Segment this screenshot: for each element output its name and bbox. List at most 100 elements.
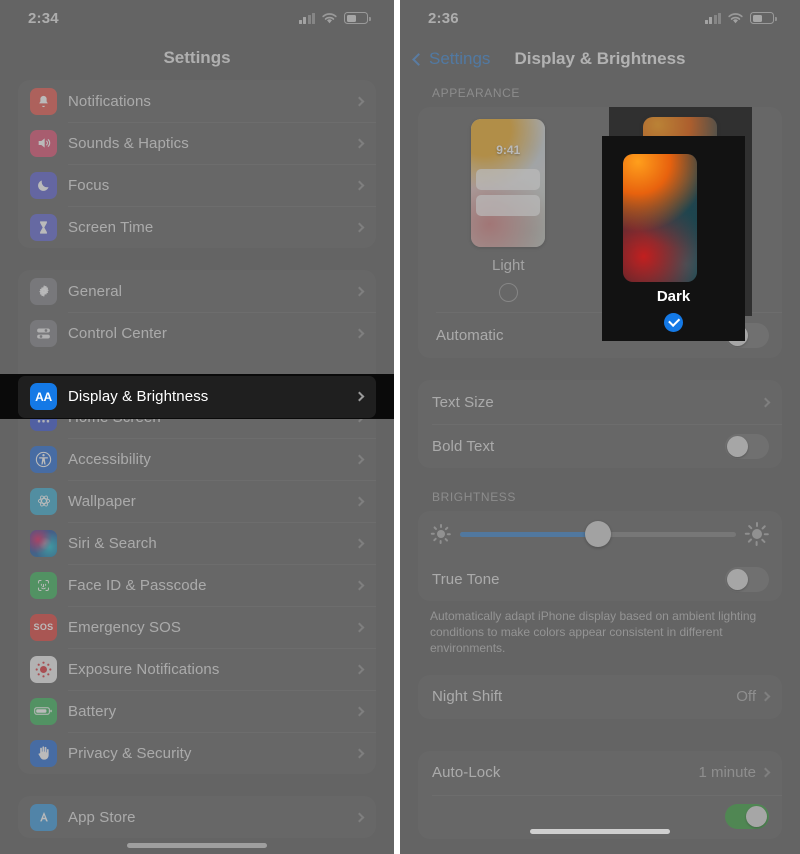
light-mode-preview: 9:41 [471,119,546,247]
sidebar-item-wallpaper[interactable]: Wallpaper [18,480,376,522]
sidebar-item-emergency-sos[interactable]: SOS Emergency SOS [18,606,376,648]
dark-radio-button-checked-highlighted[interactable] [664,313,683,332]
chevron-right-icon [760,397,771,407]
left-status-bar: 2:34 [0,0,394,36]
chevron-right-icon [354,391,365,402]
gear-icon [30,277,57,305]
text-group: Text Size Bold Text [418,380,782,468]
brightness-slider[interactable] [460,521,736,547]
sidebar-item-display-brightness[interactable]: AA Display & Brightness [18,375,376,418]
cellular-bars-icon [704,12,721,24]
battery-green-icon [30,697,57,725]
sliders-icon [30,319,57,347]
chevron-right-icon [354,748,365,758]
chevron-right-icon [760,691,771,702]
true-tone-toggle[interactable] [725,566,769,592]
sos-icon: SOS [30,613,57,641]
sidebar-item-exposure-notifications[interactable]: Exposure Notifications [18,648,376,690]
sidebar-item-label: Face ID & Passcode [68,576,207,594]
chevron-right-icon [760,767,771,778]
left-settings-list[interactable]: Notifications Sounds & Haptics Focus Scr… [0,80,394,838]
appearance-section-header: APPEARANCE [432,86,521,100]
sidebar-item-label: Battery [68,702,117,720]
light-radio-button[interactable] [498,283,518,302]
sidebar-item-battery[interactable]: Battery [18,690,376,732]
page-title: Settings [163,48,231,67]
app-store-icon [30,803,57,831]
sidebar-item-general[interactable]: General [18,270,376,312]
accessibility-icon [30,445,57,473]
sidebar-item-focus[interactable]: Focus [18,164,376,206]
toggle-knob [727,435,748,457]
brightness-slider-thumb[interactable] [585,521,611,547]
sidebar-item-face-id-passcode[interactable]: Face ID & Passcode [18,564,376,606]
sidebar-item-label: Exposure Notifications [68,660,220,678]
true-tone-footnote: Automatically adapt iPhone display based… [430,609,757,656]
auto-lock-group: Auto-Lock 1 minute [418,750,782,839]
sun-small-icon [430,524,451,544]
light-option-label: Light [491,257,525,274]
sidebar-item-label: Focus [68,176,110,194]
bold-text-row[interactable]: Bold Text [418,424,782,468]
chevron-right-icon [354,138,365,148]
wifi-icon [728,12,743,23]
dark-option-label-highlighted: Dark [656,288,691,305]
night-shift-label: Night Shift [432,688,503,706]
sidebar-item-label: Privacy & Security [68,744,192,762]
left-nav-bar: Settings [0,36,394,80]
battery-icon [344,12,371,24]
sidebar-item-privacy-security[interactable]: Privacy & Security [18,732,376,774]
auto-lock-row[interactable]: Auto-Lock 1 minute [418,751,782,795]
right-nav-bar: Settings Display & Brightness [400,36,800,82]
toggle-knob [727,568,748,590]
chevron-right-icon [354,580,365,590]
settings-group-3: App Store [18,796,376,838]
brightness-section-header: BRIGHTNESS [432,490,517,504]
status-time: 2:34 [28,9,59,27]
chevron-right-icon [354,328,365,338]
back-button-label: Settings [429,49,491,68]
settings-group-1: Notifications Sounds & Haptics Focus Scr… [18,80,376,248]
brightness-slider-row[interactable] [418,511,782,557]
exposure-dots-icon [30,655,57,683]
right-phone-display-brightness-screen: 2:36 Settings Display & Brightness APPEA… [400,0,800,854]
text-size-row[interactable]: Text Size [418,380,782,424]
sidebar-item-label: Display & Brightness [68,388,209,405]
bold-text-toggle[interactable] [725,433,769,459]
back-button[interactable]: Settings [412,49,491,69]
dark-wallpaper [623,154,697,282]
dark-mode-preview-highlighted[interactable]: 9:41 [623,154,697,282]
chevron-right-icon [354,496,365,506]
brightness-group: True Tone [418,511,782,601]
preview-time: 9:41 [496,143,521,157]
sidebar-item-label: Accessibility [68,450,151,468]
sidebar-item-screen-time[interactable]: Screen Time [18,206,376,248]
cellular-bars-icon [298,12,315,24]
spotlight-display-brightness: AA Display & Brightness [0,374,394,419]
chevron-right-icon [354,706,365,716]
chevron-right-icon [354,96,365,106]
chevron-right-icon [354,180,365,190]
sidebar-item-app-store[interactable]: App Store [18,796,376,838]
partial-row-toggle[interactable] [725,804,769,830]
settings-group-2: General Control Center AA Display & Brig… [18,270,376,774]
sun-large-icon [744,522,769,546]
screenshot-stage: 2:34 Settings Notifications Sounds & Hap… [0,0,800,854]
sidebar-item-siri-search[interactable]: Siri & Search [18,522,376,564]
face-id-icon [30,571,57,599]
sidebar-item-accessibility[interactable]: Accessibility [18,438,376,480]
night-shift-row[interactable]: Night Shift Off [418,675,782,719]
chevron-right-icon [354,538,365,548]
sidebar-item-notifications[interactable]: Notifications [18,80,376,122]
chevron-right-icon [354,222,365,232]
right-status-bar: 2:36 [400,0,800,36]
appearance-option-light[interactable]: 9:41 Light [448,119,568,302]
sidebar-item-control-center[interactable]: Control Center [18,312,376,354]
wifi-icon [322,12,337,23]
sidebar-item-sounds-haptics[interactable]: Sounds & Haptics [18,122,376,164]
home-indicator [127,843,267,848]
sidebar-item-label: Control Center [68,324,167,342]
true-tone-row[interactable]: True Tone [418,557,782,601]
sidebar-item-label: Notifications [68,92,152,110]
status-icons [704,12,777,25]
